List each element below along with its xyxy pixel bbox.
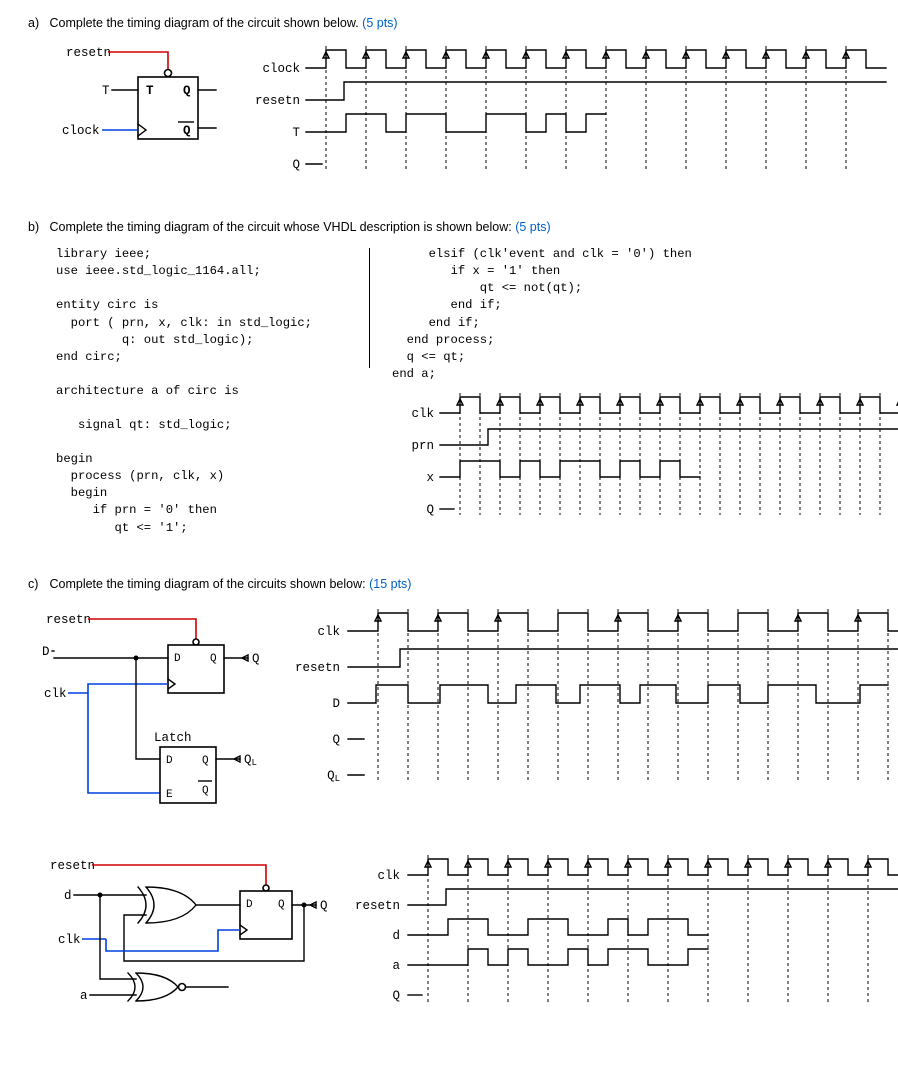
c1-clk: clk — [44, 687, 67, 701]
points-c: (15 pts) — [369, 577, 411, 591]
label-b: b) — [28, 218, 46, 236]
svg-text:T: T — [292, 126, 300, 140]
svg-text:D: D — [246, 899, 253, 911]
text-a: Complete the timing diagram of the circu… — [49, 16, 358, 30]
question-a: a) Complete the timing diagram of the ci… — [28, 14, 878, 192]
svg-text:Q: Q — [210, 653, 217, 665]
svg-text:Q: Q — [320, 899, 328, 913]
points-a: (5 pts) — [362, 16, 397, 30]
timing-c1: clk resetn D Q QL — [284, 603, 884, 813]
c2-a: a — [80, 989, 88, 1003]
c2-resetn: resetn — [50, 859, 95, 873]
question-c: c) Complete the timing diagram of the ci… — [28, 575, 878, 1021]
prompt-b: b) Complete the timing diagram of the ci… — [28, 218, 878, 236]
svg-text:Q: Q — [426, 503, 434, 517]
prompt-a: a) Complete the timing diagram of the ci… — [28, 14, 878, 32]
label-a: a) — [28, 14, 46, 32]
c2-d: d — [64, 889, 72, 903]
vhdl-right: elsif (clk'event and clk = '0') then if … — [392, 246, 878, 383]
circuit-c1: resetn D Q D clk Q Latch D Q E — [28, 603, 268, 833]
svg-text:Q: Q — [252, 652, 260, 666]
svg-text:d: d — [392, 929, 400, 943]
question-b: b) Complete the timing diagram of the ci… — [28, 218, 878, 549]
circuit-c2: resetn D Q d Q clk — [28, 851, 328, 1001]
svg-text:Q: Q — [202, 755, 209, 767]
svg-text:Q: Q — [292, 158, 300, 172]
clock-label: clock — [62, 124, 100, 138]
timing-c2: clk resetn d a Q — [344, 851, 898, 1021]
Q-pin: Q — [183, 84, 191, 98]
points-b: (5 pts) — [515, 220, 550, 234]
svg-text:clock: clock — [262, 62, 300, 76]
svg-text:D: D — [174, 653, 181, 665]
label-c: c) — [28, 575, 46, 593]
svg-text:D: D — [166, 755, 173, 767]
svg-text:clk: clk — [411, 407, 434, 421]
Qbar-pin: Q — [183, 124, 191, 138]
svg-text:Q: Q — [392, 989, 400, 1003]
c1-resetn: resetn — [46, 613, 91, 627]
prompt-c: c) Complete the timing diagram of the ci… — [28, 575, 878, 593]
svg-text:E: E — [166, 789, 173, 801]
timing-a: clock resetn T Q — [244, 42, 864, 192]
svg-text:a: a — [392, 959, 400, 973]
c1-D: D — [42, 645, 50, 659]
c2-clk: clk — [58, 933, 81, 947]
svg-text:prn: prn — [411, 439, 434, 453]
c1-latch: Latch — [154, 731, 192, 745]
svg-text:resetn: resetn — [355, 899, 400, 913]
T-input: T — [102, 84, 110, 98]
svg-text:Q: Q — [278, 899, 285, 911]
resetn-label: resetn — [66, 46, 111, 60]
svg-text:clk: clk — [377, 869, 400, 883]
svg-text:Q: Q — [202, 785, 209, 797]
text-b: Complete the timing diagram of the circu… — [49, 220, 511, 234]
svg-text:D: D — [332, 697, 340, 711]
timing-b: clk prn x Q — [392, 389, 878, 549]
svg-text:x: x — [426, 471, 434, 485]
svg-text:clk: clk — [317, 625, 340, 639]
svg-text:QL: QL — [244, 753, 257, 768]
circuit-a: resetn T Q Q T clock — [28, 42, 228, 182]
text-c: Complete the timing diagram of the circu… — [49, 577, 365, 591]
svg-text:resetn: resetn — [295, 661, 340, 675]
svg-text:QL: QL — [327, 769, 340, 784]
svg-text:resetn: resetn — [255, 94, 300, 108]
vhdl-left: library ieee; use ieee.std_logic_1164.al… — [56, 246, 347, 536]
T-pin: T — [146, 84, 154, 98]
svg-text:Q: Q — [332, 733, 340, 747]
